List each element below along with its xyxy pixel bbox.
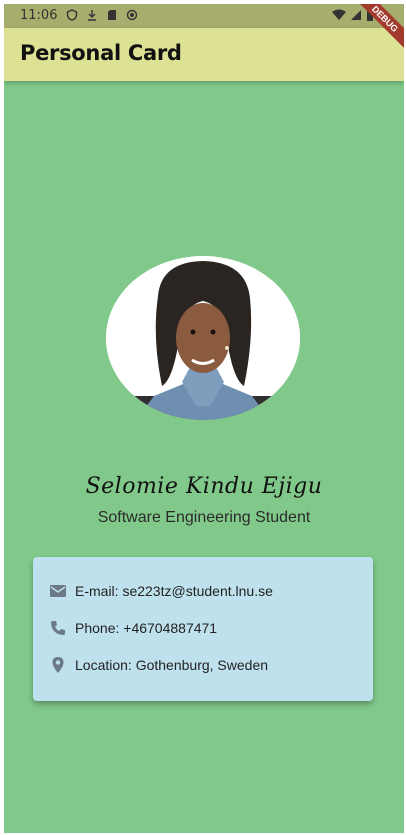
profile-name: Selomie Kindu Ejigu bbox=[85, 474, 323, 499]
location-text: Location: Gothenburg, Sweden bbox=[75, 657, 269, 673]
sd-card-icon bbox=[108, 10, 116, 20]
phone-text: Phone: +46704887471 bbox=[75, 620, 218, 636]
location-icon bbox=[52, 657, 64, 673]
contact-row-location: Location: Gothenburg, Sweden bbox=[49, 655, 268, 675]
record-icon bbox=[126, 9, 138, 21]
app-screen: 11:06 Personal Card DEBUG Selomie Kindu … bbox=[4, 4, 404, 833]
contact-card: E-mail: se223tz@student.lnu.se Phone: +4… bbox=[33, 557, 373, 701]
app-bar: Personal Card bbox=[4, 28, 404, 81]
email-text: E-mail: se223tz@student.lnu.se bbox=[75, 583, 273, 599]
status-time: 11:06 bbox=[20, 8, 58, 23]
status-bar: 11:06 bbox=[4, 4, 404, 28]
wifi-icon bbox=[332, 9, 346, 20]
download-icon bbox=[88, 10, 96, 21]
avatar bbox=[106, 256, 300, 420]
profile-photo bbox=[106, 256, 300, 420]
profile-subtitle: Software Engineering Student bbox=[97, 509, 311, 526]
contact-row-email: E-mail: se223tz@student.lnu.se bbox=[49, 581, 273, 601]
contact-row-phone: Phone: +46704887471 bbox=[49, 618, 217, 638]
email-icon bbox=[50, 585, 66, 597]
phone-icon bbox=[51, 621, 65, 635]
signal-icon bbox=[351, 10, 361, 20]
shield-icon bbox=[66, 9, 78, 21]
page-title: Personal Card bbox=[20, 41, 182, 65]
